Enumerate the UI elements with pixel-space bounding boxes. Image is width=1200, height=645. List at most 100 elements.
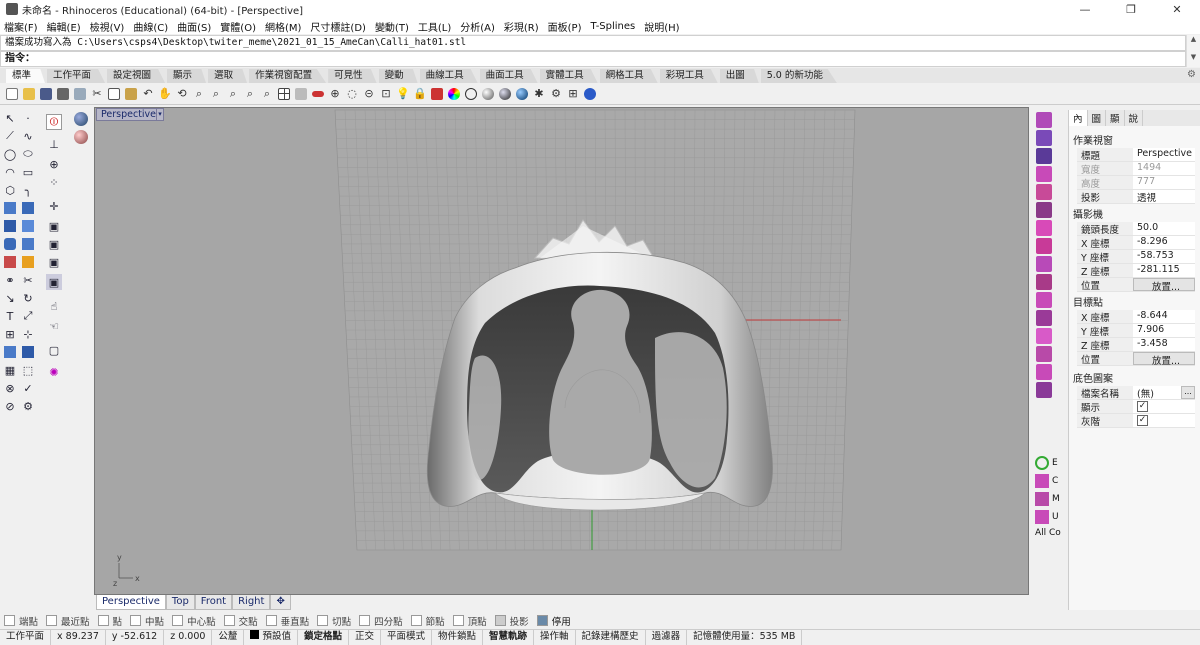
- panel-tab-display[interactable]: 顯: [1106, 110, 1125, 126]
- scatter-icon[interactable]: ⁘: [46, 174, 62, 190]
- status-grid-snap[interactable]: 鎖定格點: [298, 630, 349, 645]
- move-icon[interactable]: ✛: [46, 198, 62, 214]
- browse-button[interactable]: ...: [1181, 386, 1195, 399]
- tab-drafting[interactable]: 出圖: [720, 69, 759, 83]
- menu-analyze[interactable]: 分析(A): [460, 19, 495, 34]
- box-icon[interactable]: [2, 218, 18, 234]
- tab-transform[interactable]: 變動: [379, 69, 418, 83]
- dimension-icon[interactable]: ⤢: [20, 308, 36, 324]
- viewport-tab-top[interactable]: Top: [166, 595, 195, 610]
- explode-icon[interactable]: [20, 254, 36, 270]
- polygon-icon[interactable]: ⬡: [2, 182, 18, 198]
- osnap-end[interactable]: 端點: [4, 614, 38, 628]
- tab-curve-tools[interactable]: 曲線工具: [420, 69, 478, 83]
- menu-tsplines[interactable]: T-Splines: [591, 21, 636, 32]
- loft-icon[interactable]: [20, 200, 36, 216]
- extrude-icon[interactable]: [20, 218, 36, 234]
- plugin-icon[interactable]: ✺: [46, 364, 62, 380]
- menu-render[interactable]: 彩現(R): [504, 19, 539, 34]
- polyline-icon[interactable]: ⟋: [2, 128, 18, 144]
- cylinder-icon[interactable]: [2, 236, 18, 252]
- menu-surface[interactable]: 曲面(S): [177, 19, 211, 34]
- status-layer[interactable]: 預設值: [244, 630, 298, 645]
- osnap-center[interactable]: 中心點: [172, 614, 216, 628]
- rt-box-icon[interactable]: [1036, 238, 1052, 254]
- axis-y-icon[interactable]: ⊥: [46, 136, 62, 152]
- car-icon[interactable]: [310, 86, 326, 102]
- menu-tools[interactable]: 工具(L): [418, 19, 451, 34]
- bounding-box-icon[interactable]: ⬚: [20, 362, 36, 378]
- box-persp-icon[interactable]: ▣: [46, 274, 62, 290]
- osnap-tangent[interactable]: 切點: [317, 614, 351, 628]
- cut-icon[interactable]: ✂: [89, 86, 105, 102]
- fillet-curve-icon[interactable]: ╮: [20, 182, 36, 198]
- command-prompt[interactable]: 指令：: [0, 51, 1186, 67]
- osnap-mid[interactable]: 中點: [130, 614, 164, 628]
- box-front-icon[interactable]: ▣: [46, 218, 62, 234]
- zoom-extents-icon[interactable]: ⌕: [225, 86, 241, 102]
- globe-icon[interactable]: [74, 112, 88, 126]
- boolean-icon[interactable]: [20, 236, 36, 252]
- select-arrow-icon[interactable]: ↖: [2, 110, 18, 126]
- command-history-scrollbar[interactable]: ▲ ▼: [1186, 35, 1200, 67]
- status-history[interactable]: 記錄建構歷史: [576, 630, 646, 645]
- import-icon[interactable]: [72, 86, 88, 102]
- save-icon[interactable]: [38, 86, 54, 102]
- show-checkbox[interactable]: ✓: [1137, 401, 1148, 412]
- options-icon[interactable]: ⚙: [548, 86, 564, 102]
- rt-layers-icon[interactable]: [1036, 166, 1052, 182]
- rt-edit-row[interactable]: E: [1035, 456, 1058, 470]
- viewport-menu-arrow-icon[interactable]: ▾: [156, 108, 164, 121]
- osnap-toggle-icon[interactable]: ✱: [531, 86, 547, 102]
- rt-all-commands[interactable]: All Co: [1035, 528, 1061, 538]
- help-icon[interactable]: [582, 86, 598, 102]
- ellipse-icon[interactable]: ⬭: [20, 146, 36, 162]
- tab-display[interactable]: 顯示: [167, 69, 206, 83]
- tab-set-view[interactable]: 設定視圖: [107, 69, 165, 83]
- trim-icon[interactable]: ✂: [20, 272, 36, 288]
- split-icon[interactable]: ⚭: [2, 272, 18, 288]
- menu-help[interactable]: 說明(H): [644, 19, 679, 34]
- rt-checker-icon[interactable]: [1036, 382, 1052, 398]
- tab-cplanes[interactable]: 工作平面: [47, 69, 105, 83]
- osnap-knot[interactable]: 節點: [411, 614, 445, 628]
- rt-crease-icon[interactable]: [1036, 292, 1052, 308]
- status-osnap[interactable]: 物件鎖點: [432, 630, 483, 645]
- viewport-title[interactable]: Perspective: [96, 108, 161, 121]
- rt-grid-icon[interactable]: [1036, 130, 1052, 146]
- viewport-tab-right[interactable]: Right: [232, 595, 270, 610]
- osnap-quad[interactable]: 四分點: [359, 614, 403, 628]
- status-smarttrack[interactable]: 智慧軌跡: [483, 630, 534, 645]
- color-wheel-icon[interactable]: [446, 86, 462, 102]
- point-tool-icon[interactable]: ·: [20, 110, 36, 126]
- layer-icon[interactable]: [429, 86, 445, 102]
- point-icon[interactable]: ⊕: [327, 86, 343, 102]
- tab-standard[interactable]: 標準: [6, 69, 45, 83]
- zoom-selected-icon[interactable]: ⌕: [242, 86, 258, 102]
- rendered-sphere-icon[interactable]: [497, 86, 513, 102]
- status-gumball[interactable]: 操作軸: [534, 630, 576, 645]
- material-ball-icon[interactable]: [74, 130, 88, 144]
- viewport-canvas[interactable]: x y z: [95, 108, 1029, 595]
- rt-create-row[interactable]: C: [1035, 474, 1058, 488]
- undo-icon[interactable]: ↶: [140, 86, 156, 102]
- close-button[interactable]: ✕: [1154, 0, 1200, 18]
- box-side-icon[interactable]: ▣: [46, 236, 62, 252]
- rt-split-icon[interactable]: [1036, 346, 1052, 362]
- rt-cube-icon[interactable]: [1036, 220, 1052, 236]
- lock-icon[interactable]: 🔒: [412, 86, 428, 102]
- viewport-tab-front[interactable]: Front: [195, 595, 232, 610]
- grid-sphere-icon[interactable]: ⊕: [46, 156, 62, 172]
- status-planar[interactable]: 平面模式: [381, 630, 432, 645]
- menu-mesh[interactable]: 網格(M): [265, 19, 301, 34]
- gumball-icon[interactable]: ⊹: [20, 326, 36, 342]
- panel-tab-layers[interactable]: 圖: [1088, 110, 1107, 126]
- rt-flow-icon[interactable]: [1036, 184, 1052, 200]
- menu-edit[interactable]: 編輯(E): [47, 19, 81, 34]
- status-ortho[interactable]: 正交: [349, 630, 381, 645]
- cursor-icon[interactable]: ☜: [46, 318, 62, 334]
- rectangle-icon[interactable]: ▭: [20, 164, 36, 180]
- menu-view[interactable]: 檢視(V): [90, 19, 125, 34]
- rotate-icon[interactable]: ↻: [20, 290, 36, 306]
- shaded-sphere-icon[interactable]: [480, 86, 496, 102]
